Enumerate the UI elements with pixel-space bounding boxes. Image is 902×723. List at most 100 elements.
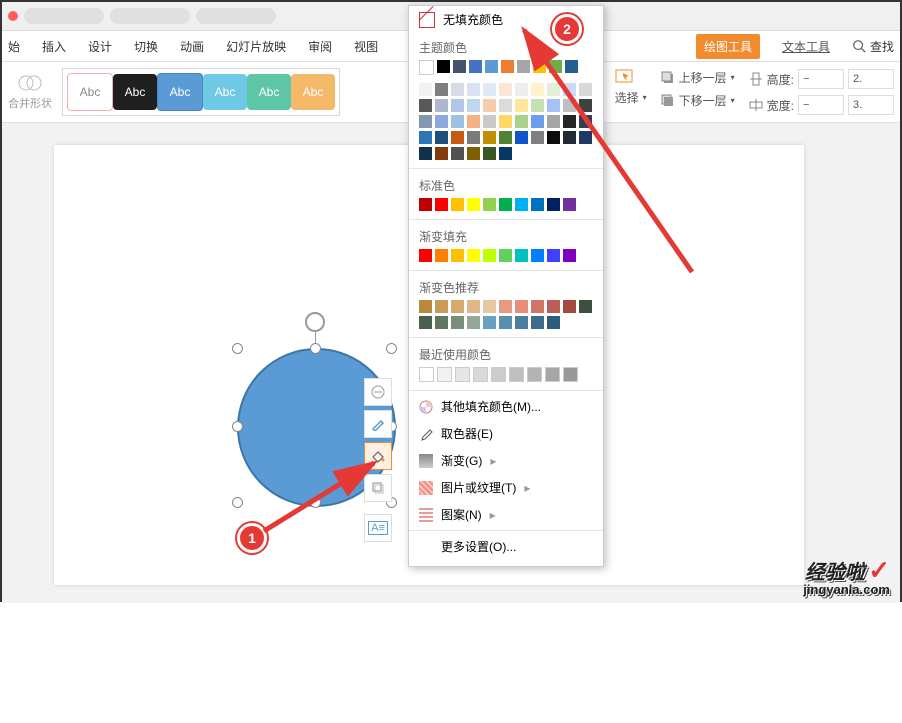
resize-handle[interactable]: [232, 421, 243, 432]
color-swatch[interactable]: [499, 99, 512, 112]
color-swatch[interactable]: [531, 83, 544, 96]
color-swatch[interactable]: [499, 83, 512, 96]
bring-forward-button[interactable]: 上移一层▾: [661, 69, 735, 86]
color-swatch[interactable]: [483, 300, 496, 313]
color-swatch[interactable]: [419, 60, 434, 75]
color-swatch[interactable]: [515, 115, 528, 128]
color-swatch[interactable]: [515, 249, 528, 262]
color-swatch[interactable]: [531, 198, 544, 211]
color-swatch[interactable]: [499, 147, 512, 160]
color-swatch[interactable]: [469, 60, 482, 73]
color-swatch[interactable]: [531, 300, 544, 313]
color-swatch[interactable]: [483, 131, 496, 144]
resize-handle[interactable]: [310, 497, 321, 508]
color-swatch[interactable]: [545, 367, 560, 382]
traffic-close[interactable]: [8, 11, 18, 21]
color-swatch[interactable]: [547, 249, 560, 262]
color-swatch[interactable]: [499, 115, 512, 128]
color-swatch[interactable]: [453, 60, 466, 73]
width-minus[interactable]: −: [798, 95, 844, 115]
color-swatch[interactable]: [435, 249, 448, 262]
search-button[interactable]: 查找: [852, 38, 894, 55]
color-swatch[interactable]: [549, 60, 562, 73]
color-swatch[interactable]: [467, 131, 480, 144]
color-swatch[interactable]: [515, 83, 528, 96]
tab-start[interactable]: 始: [8, 38, 20, 55]
color-swatch[interactable]: [517, 60, 530, 73]
color-swatch[interactable]: [451, 115, 464, 128]
color-swatch[interactable]: [483, 249, 496, 262]
color-swatch[interactable]: [483, 316, 496, 329]
color-swatch[interactable]: [485, 60, 498, 73]
color-swatch[interactable]: [451, 316, 464, 329]
color-swatch[interactable]: [451, 83, 464, 96]
color-swatch[interactable]: [419, 147, 432, 160]
color-swatch[interactable]: [563, 367, 578, 382]
color-swatch[interactable]: [435, 83, 448, 96]
color-swatch[interactable]: [563, 198, 576, 211]
tab-draw-tools[interactable]: 绘图工具: [696, 34, 760, 59]
color-swatch[interactable]: [483, 83, 496, 96]
color-swatch[interactable]: [547, 300, 560, 313]
shape-style-3[interactable]: Abc: [157, 73, 203, 111]
color-swatch[interactable]: [499, 300, 512, 313]
tab-design[interactable]: 设计: [88, 38, 112, 55]
color-swatch[interactable]: [419, 115, 432, 128]
color-swatch[interactable]: [515, 316, 528, 329]
color-swatch[interactable]: [509, 367, 524, 382]
color-swatch[interactable]: [483, 198, 496, 211]
color-swatch[interactable]: [563, 115, 576, 128]
color-swatch[interactable]: [531, 115, 544, 128]
color-swatch[interactable]: [531, 99, 544, 112]
color-swatch[interactable]: [419, 300, 432, 313]
color-swatch[interactable]: [579, 115, 592, 128]
color-swatch[interactable]: [435, 316, 448, 329]
gradient-option[interactable]: 渐变(G) ▸: [409, 447, 603, 474]
picture-texture-option[interactable]: 图片或纹理(T) ▸: [409, 474, 603, 501]
color-swatch[interactable]: [579, 131, 592, 144]
window-tab[interactable]: [24, 8, 104, 24]
color-swatch[interactable]: [451, 99, 464, 112]
color-swatch[interactable]: [435, 198, 448, 211]
color-swatch[interactable]: [565, 60, 578, 73]
tab-animation[interactable]: 动画: [180, 38, 204, 55]
color-swatch[interactable]: [515, 198, 528, 211]
color-swatch[interactable]: [455, 367, 470, 382]
color-swatch[interactable]: [527, 367, 542, 382]
color-swatch[interactable]: [531, 316, 544, 329]
width-value[interactable]: 3.: [848, 95, 894, 115]
color-swatch[interactable]: [547, 115, 560, 128]
resize-handle[interactable]: [386, 343, 397, 354]
fill-button[interactable]: [364, 442, 392, 470]
color-swatch[interactable]: [547, 131, 560, 144]
color-swatch[interactable]: [435, 300, 448, 313]
tab-view[interactable]: 视图: [354, 38, 378, 55]
color-swatch[interactable]: [499, 131, 512, 144]
color-swatch[interactable]: [437, 60, 450, 73]
merge-shape-button[interactable]: 合并形状: [8, 73, 52, 111]
tab-insert[interactable]: 插入: [42, 38, 66, 55]
collapse-button[interactable]: [364, 378, 392, 406]
color-swatch[interactable]: [435, 147, 448, 160]
color-swatch[interactable]: [547, 198, 560, 211]
color-swatch[interactable]: [435, 115, 448, 128]
color-swatch[interactable]: [467, 115, 480, 128]
rotate-handle[interactable]: [305, 312, 325, 332]
color-swatch[interactable]: [531, 131, 544, 144]
tab-review[interactable]: 审阅: [308, 38, 332, 55]
more-settings-option[interactable]: 更多设置(O)...: [409, 533, 603, 560]
resize-handle[interactable]: [232, 497, 243, 508]
text-format-button[interactable]: A≡: [364, 514, 392, 542]
color-swatch[interactable]: [467, 249, 480, 262]
color-swatch[interactable]: [563, 300, 576, 313]
color-swatch[interactable]: [515, 99, 528, 112]
color-swatch[interactable]: [563, 83, 576, 96]
more-fill-option[interactable]: 其他填充颜色(M)...: [409, 393, 603, 420]
tab-transition[interactable]: 切换: [134, 38, 158, 55]
color-swatch[interactable]: [451, 131, 464, 144]
color-swatch[interactable]: [579, 300, 592, 313]
color-swatch[interactable]: [579, 83, 592, 96]
shape-style-5[interactable]: Abc: [247, 74, 291, 110]
select-pane-button[interactable]: [615, 69, 647, 83]
color-swatch[interactable]: [419, 131, 432, 144]
